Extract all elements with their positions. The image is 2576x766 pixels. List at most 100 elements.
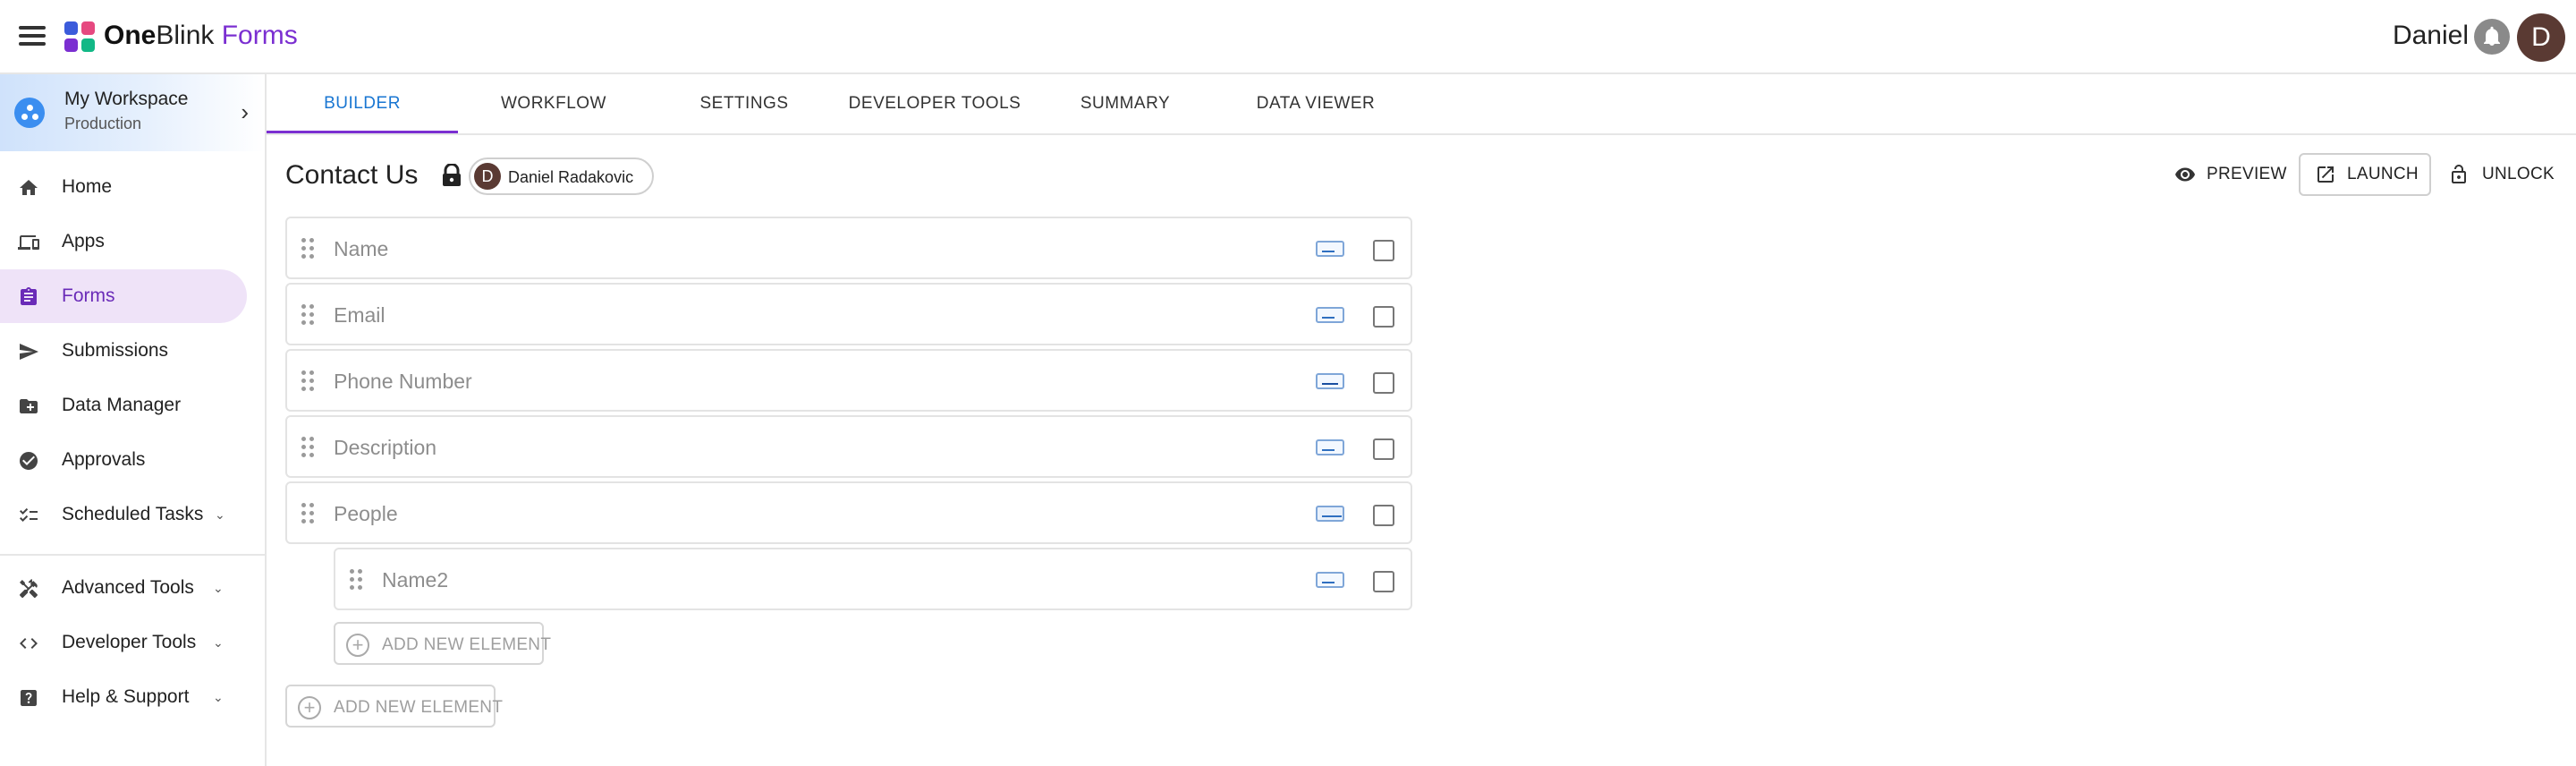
eye-icon (2175, 167, 2195, 182)
sidebar-item-label: Developer Tools (62, 632, 197, 652)
tab-summary[interactable]: SUMMARY (1030, 74, 1221, 133)
sidebar-item-label: Submissions (62, 340, 169, 361)
phone-field-icon (1316, 373, 1344, 389)
sidebar-item-forms[interactable]: Forms (0, 269, 247, 323)
sidebar-item-label: Advanced Tools (62, 577, 194, 598)
text-field-icon (1316, 241, 1344, 257)
sidebar-item-label: Data Manager (62, 395, 182, 415)
form-element-row[interactable]: Email (285, 283, 1412, 345)
notifications-bell-icon[interactable] (2474, 19, 2510, 55)
workspace-environment: Production (64, 115, 142, 132)
chevron-down-icon: ⌄ (215, 507, 225, 522)
user-avatar[interactable]: D (2517, 13, 2565, 62)
sidebar-item-developer-tools[interactable]: Developer Tools ⌄ (0, 616, 247, 669)
sidebar-item-label: Forms (62, 285, 115, 306)
tab-data-viewer[interactable]: DATA VIEWER (1220, 74, 1411, 133)
form-element-row[interactable]: Phone Number (285, 349, 1412, 412)
checklist-icon (20, 507, 38, 522)
add-circle-icon: + (298, 696, 321, 719)
form-element-row[interactable]: Description (285, 415, 1412, 478)
tab-builder[interactable]: BUILDER (267, 74, 458, 133)
element-select-checkbox[interactable] (1373, 240, 1394, 261)
drag-handle-icon[interactable] (301, 304, 314, 326)
unlock-icon (2452, 165, 2466, 183)
launch-button[interactable]: LAUNCH (2299, 153, 2431, 196)
preview-button[interactable]: PREVIEW (2174, 153, 2286, 196)
oneblink-logo[interactable] (64, 21, 97, 54)
workspace-switcher[interactable]: My Workspace Production › (0, 74, 265, 151)
brand-bold: One (104, 21, 157, 50)
element-select-checkbox[interactable] (1373, 571, 1394, 592)
launch-label: LAUNCH (2347, 165, 2419, 183)
element-select-checkbox[interactable] (1373, 505, 1394, 526)
check-circle-icon (20, 452, 38, 470)
element-label: Email (334, 303, 386, 327)
sidebar-item-scheduled-tasks[interactable]: Scheduled Tasks ⌄ (0, 488, 247, 541)
repeatable-set-icon (1316, 506, 1344, 522)
add-circle-icon: + (346, 634, 369, 657)
nested-form-element-row[interactable]: Name2 (334, 548, 1412, 610)
folder-icon (20, 399, 38, 413)
tab-developer-tools[interactable]: DEVELOPER TOOLS (839, 74, 1030, 133)
brand-name: OneBlink Forms (104, 18, 298, 54)
drag-handle-icon[interactable] (301, 503, 314, 524)
avatar: D (474, 163, 501, 190)
sidebar-item-home[interactable]: Home (0, 160, 247, 214)
text-field-icon (1316, 307, 1344, 323)
home-icon (20, 180, 38, 195)
page-title: Contact Us (285, 160, 419, 190)
element-select-checkbox[interactable] (1373, 372, 1394, 394)
menu-icon[interactable] (16, 21, 48, 52)
locked-by-chip: D Daniel Radakovic (469, 157, 654, 195)
add-element-button[interactable]: + ADD NEW ELEMENT (285, 685, 503, 728)
devices-icon (18, 235, 39, 250)
sidebar-item-advanced-tools[interactable]: Advanced Tools ⌄ (0, 561, 247, 615)
chevron-down-icon: ⌄ (213, 635, 224, 650)
help-icon (21, 690, 37, 706)
lock-icon (443, 164, 461, 186)
form-element-row[interactable]: Name (285, 217, 1412, 279)
tools-icon (20, 579, 38, 599)
chevron-right-icon: › (241, 98, 249, 125)
tab-settings[interactable]: SETTINGS (648, 74, 840, 133)
sidebar-item-help-support[interactable]: Help & Support ⌄ (0, 670, 247, 724)
sidebar-item-label: Approvals (62, 449, 146, 470)
drag-handle-icon[interactable] (301, 437, 314, 458)
element-label: Phone Number (334, 370, 472, 393)
sidebar-divider (0, 554, 265, 556)
sidebar-item-data-manager[interactable]: Data Manager (0, 379, 247, 432)
code-icon (20, 638, 38, 649)
form-element-row[interactable]: People (285, 481, 1412, 544)
unlock-button[interactable]: UNLOCK (2448, 153, 2559, 196)
element-label: People (334, 502, 398, 525)
sidebar-item-label: Scheduled Tasks (62, 504, 204, 524)
preview-label: PREVIEW (2207, 165, 2287, 183)
tab-workflow[interactable]: WORKFLOW (458, 74, 649, 133)
drag-handle-icon[interactable] (301, 238, 314, 260)
drag-handle-icon[interactable] (350, 569, 362, 591)
sidebar-item-submissions[interactable]: Submissions (0, 324, 247, 378)
sidebar-item-approvals[interactable]: Approvals (0, 433, 247, 487)
element-select-checkbox[interactable] (1373, 438, 1394, 460)
form-tabs: BUILDER WORKFLOW SETTINGS DEVELOPER TOOL… (267, 74, 2576, 135)
element-label: Name (334, 237, 389, 260)
form-icon (21, 287, 37, 305)
unlock-label: UNLOCK (2482, 165, 2555, 183)
element-select-checkbox[interactable] (1373, 306, 1394, 328)
chevron-down-icon: ⌄ (213, 581, 224, 595)
drag-handle-icon[interactable] (301, 370, 314, 392)
add-nested-element-button[interactable]: + ADD NEW ELEMENT (334, 622, 551, 665)
sidebar: My Workspace Production › Home Apps Form… (0, 74, 267, 766)
text-field-icon (1316, 572, 1344, 588)
workspace-name: My Workspace (64, 89, 189, 109)
sidebar-item-apps[interactable]: Apps (0, 215, 247, 268)
brand-product: Forms (221, 21, 298, 50)
sidebar-item-label: Help & Support (62, 686, 190, 707)
add-element-label: ADD NEW ELEMENT (334, 698, 504, 717)
user-name: Daniel (2392, 21, 2469, 50)
add-element-label: ADD NEW ELEMENT (382, 635, 552, 654)
workspace-icon (14, 98, 45, 128)
chevron-down-icon: ⌄ (213, 690, 224, 704)
send-icon (20, 344, 38, 360)
brand-mid: Blink (156, 21, 215, 50)
